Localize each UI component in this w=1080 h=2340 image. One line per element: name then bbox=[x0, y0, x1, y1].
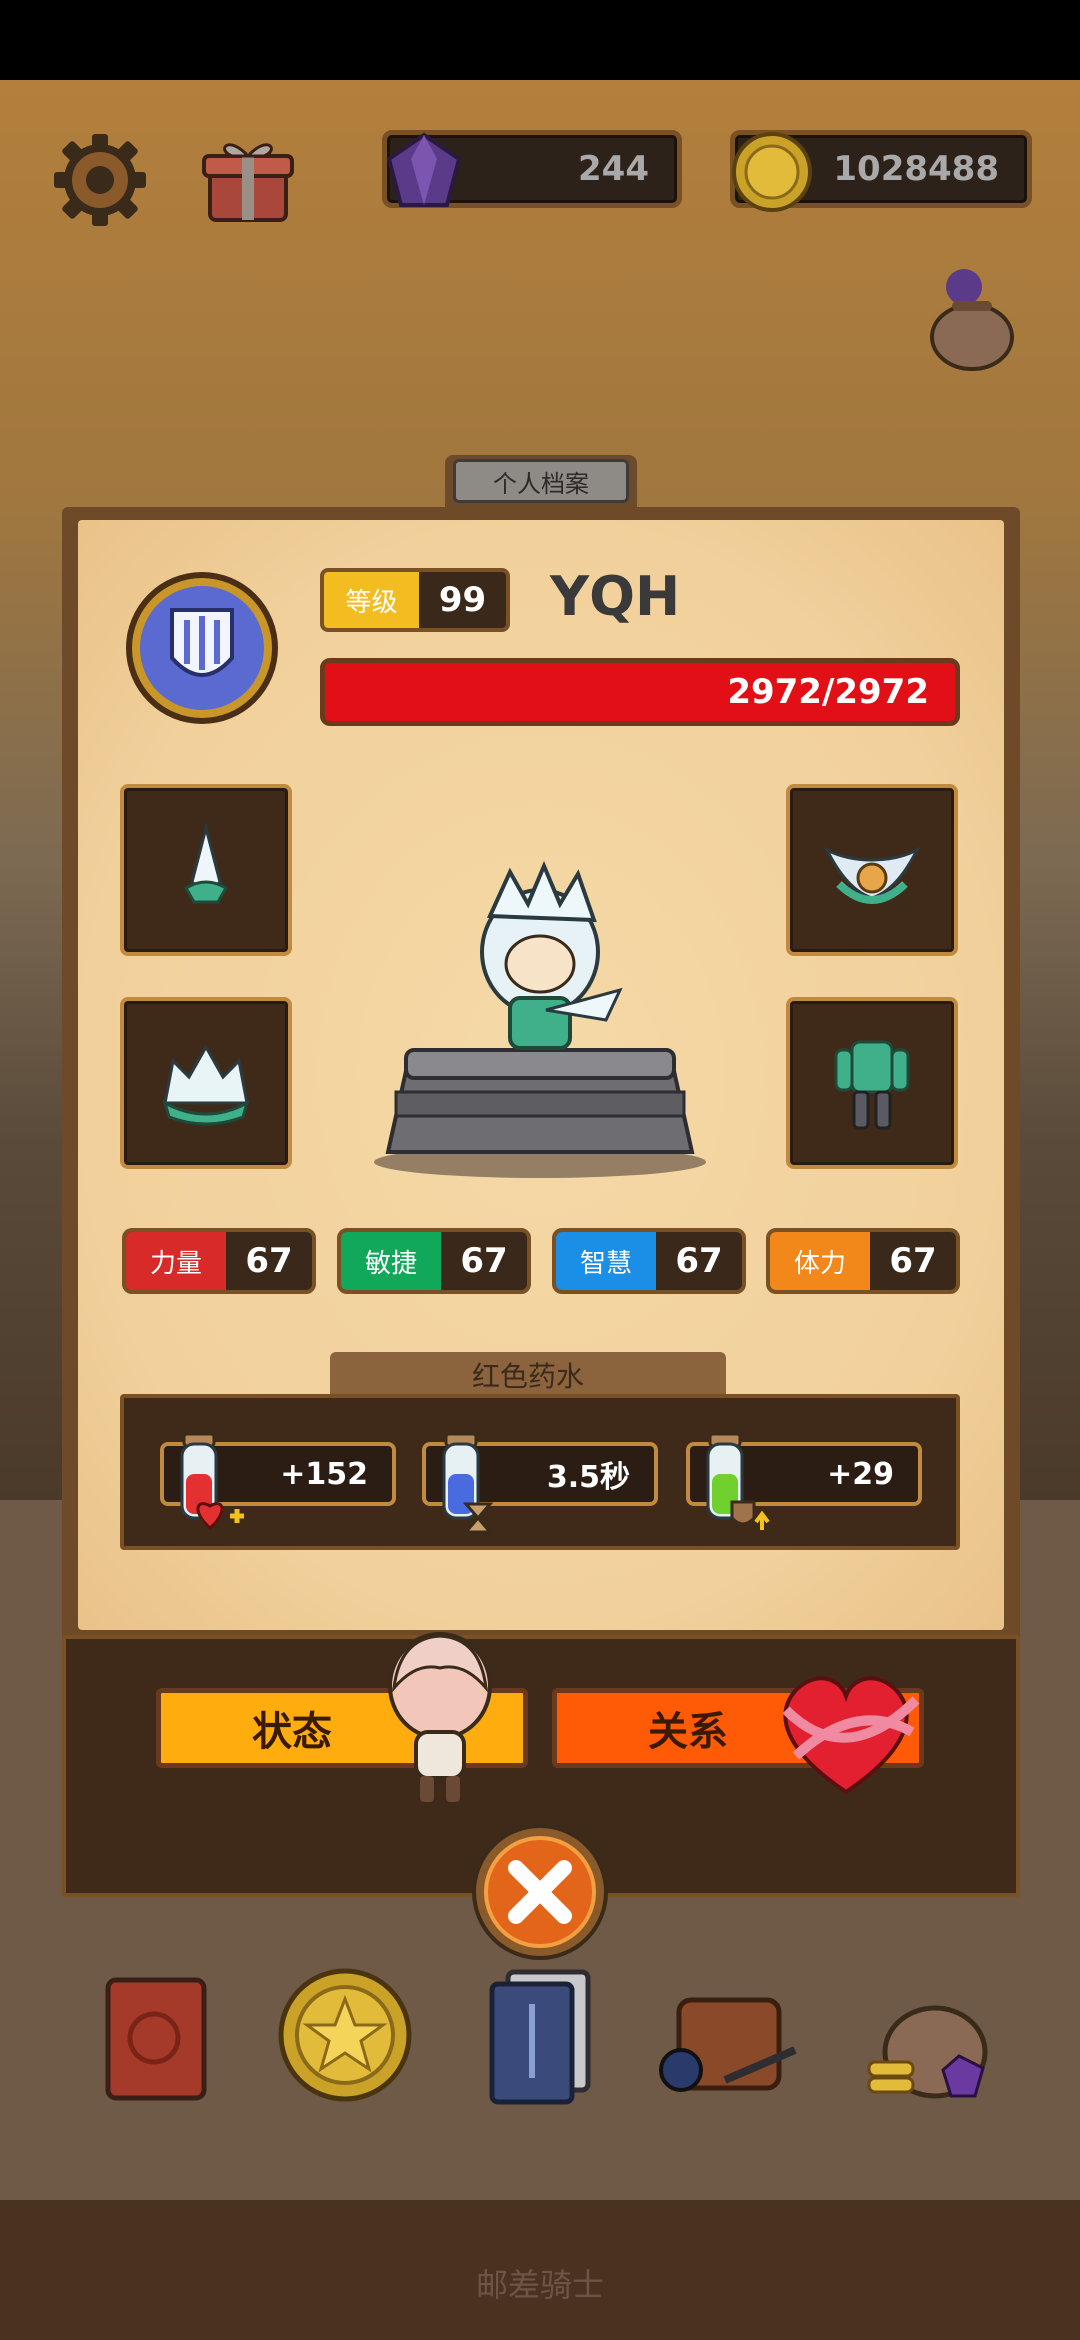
profile-tab-title: 个人档案 bbox=[493, 469, 589, 498]
armor-slot[interactable] bbox=[786, 997, 958, 1169]
magic-pouch-icon[interactable] bbox=[922, 265, 1022, 375]
nav-shop[interactable] bbox=[855, 1960, 1005, 2110]
spear-tip-icon bbox=[183, 822, 229, 904]
stat-label: 敏捷 bbox=[341, 1232, 441, 1290]
stat-strength: 力量 67 bbox=[122, 1228, 316, 1294]
hero-character bbox=[370, 860, 710, 1180]
potion-value: +152 bbox=[280, 1456, 368, 1492]
gold-count: 1028488 bbox=[833, 149, 999, 189]
crystal-helmet-icon bbox=[162, 1043, 250, 1126]
winged-amulet-icon bbox=[823, 846, 921, 904]
level-label: 等级 bbox=[324, 572, 419, 628]
potion-value: 3.5秒 bbox=[546, 1460, 630, 1495]
bag-icon bbox=[659, 1997, 797, 2092]
green-potion-shield-icon bbox=[706, 1432, 770, 1530]
stat-label: 智慧 bbox=[556, 1232, 656, 1290]
stat-stamina: 体力 67 bbox=[766, 1228, 960, 1294]
nav-book[interactable] bbox=[80, 1960, 230, 2110]
book-icon bbox=[105, 1977, 207, 2101]
status-bar bbox=[0, 0, 1080, 80]
gift-box-icon[interactable] bbox=[198, 128, 298, 228]
gem-counter[interactable]: 244 bbox=[382, 130, 682, 208]
gem-count: 244 bbox=[578, 149, 649, 189]
star-coin-icon bbox=[278, 1968, 412, 2102]
potion-value: +29 bbox=[827, 1456, 894, 1492]
weapon-slot[interactable] bbox=[120, 784, 292, 956]
stat-value: 67 bbox=[460, 1241, 508, 1281]
profile-tab: 个人档案 bbox=[445, 455, 637, 507]
body-armor-icon bbox=[834, 1040, 910, 1130]
nav-achievements[interactable] bbox=[270, 1960, 420, 2110]
purple-gem-icon bbox=[386, 132, 462, 207]
stat-label: 体力 bbox=[770, 1232, 870, 1290]
hp-bar: 2972/2972 bbox=[320, 658, 960, 726]
game-title: 邮差骑士 bbox=[475, 2266, 604, 2304]
stat-label: 力量 bbox=[126, 1232, 226, 1290]
stat-value: 67 bbox=[245, 1241, 293, 1281]
settings-gear-icon[interactable] bbox=[50, 130, 150, 230]
status-button-label: 状态 bbox=[252, 1709, 332, 1755]
stat-value: 67 bbox=[889, 1241, 937, 1281]
wrapped-heart-icon bbox=[782, 1676, 920, 1795]
nav-inventory[interactable] bbox=[655, 1960, 805, 2110]
class-shield-icon bbox=[122, 568, 282, 728]
player-name: YQH bbox=[550, 565, 681, 628]
accessory-slot[interactable] bbox=[786, 784, 958, 956]
nav-cards[interactable] bbox=[465, 1960, 615, 2110]
helmet-slot[interactable] bbox=[120, 997, 292, 1169]
treasure-sack-icon bbox=[867, 2005, 988, 2099]
hp-text: 2972/2972 bbox=[727, 672, 929, 712]
stat-wisdom: 智慧 67 bbox=[552, 1228, 746, 1294]
chibi-character bbox=[388, 1632, 492, 1802]
stat-value: 67 bbox=[675, 1241, 723, 1281]
stat-agility: 敏捷 67 bbox=[337, 1228, 531, 1294]
level-badge: 等级 99 bbox=[320, 568, 510, 632]
relation-button-label: 关系 bbox=[648, 1709, 728, 1755]
close-icon bbox=[472, 1824, 608, 1960]
close-button[interactable] bbox=[470, 1822, 610, 1962]
cards-icon bbox=[489, 1969, 591, 2105]
gold-coin-icon bbox=[732, 132, 812, 212]
gold-counter[interactable]: 1028488 bbox=[730, 130, 1032, 212]
potion-title: 红色药水 bbox=[330, 1352, 726, 1398]
red-potion-heart-icon bbox=[180, 1432, 244, 1531]
blue-potion-hourglass-icon bbox=[442, 1432, 494, 1534]
level-value: 99 bbox=[438, 580, 487, 620]
